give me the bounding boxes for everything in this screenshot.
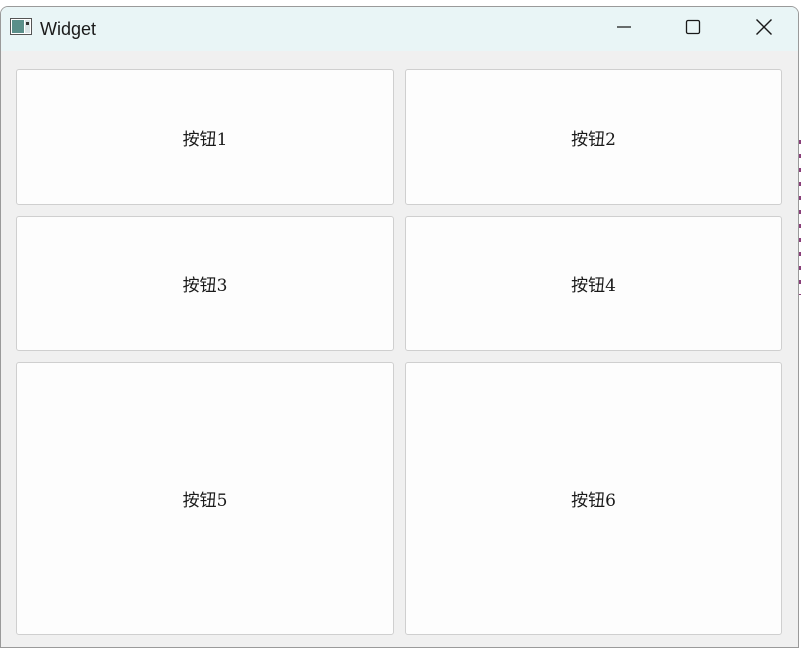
window-title: Widget [40, 19, 97, 39]
minimize-icon [616, 19, 632, 39]
client-area: 按钮1 按钮2 按钮3 按钮4 按钮5 按钮6 [1, 51, 798, 647]
button-3-label: 按钮3 [182, 276, 228, 296]
close-icon [755, 18, 773, 40]
maximize-icon [685, 19, 701, 39]
button-1-label: 按钮1 [182, 129, 228, 150]
app-window: Widget 按钮1 按钮2 按钮3 按钮4 按钮5 按钮6 [0, 6, 799, 648]
title-bar[interactable]: Widget [1, 7, 798, 51]
button-1[interactable]: 按钮1 [16, 69, 394, 205]
button-5[interactable]: 按钮5 [16, 362, 394, 635]
close-button[interactable] [741, 7, 787, 51]
button-6-label: 按钮6 [571, 491, 616, 511]
minimize-button[interactable] [601, 7, 647, 51]
button-3[interactable]: 按钮3 [16, 216, 394, 351]
maximize-button[interactable] [670, 7, 716, 51]
button-2-label: 按钮2 [571, 129, 616, 150]
button-4[interactable]: 按钮4 [405, 216, 782, 351]
button-6[interactable]: 按钮6 [405, 362, 782, 635]
button-4-label: 按钮4 [571, 276, 616, 296]
button-2[interactable]: 按钮2 [405, 69, 782, 205]
button-5-label: 按钮5 [182, 491, 228, 511]
app-icon [10, 18, 32, 35]
